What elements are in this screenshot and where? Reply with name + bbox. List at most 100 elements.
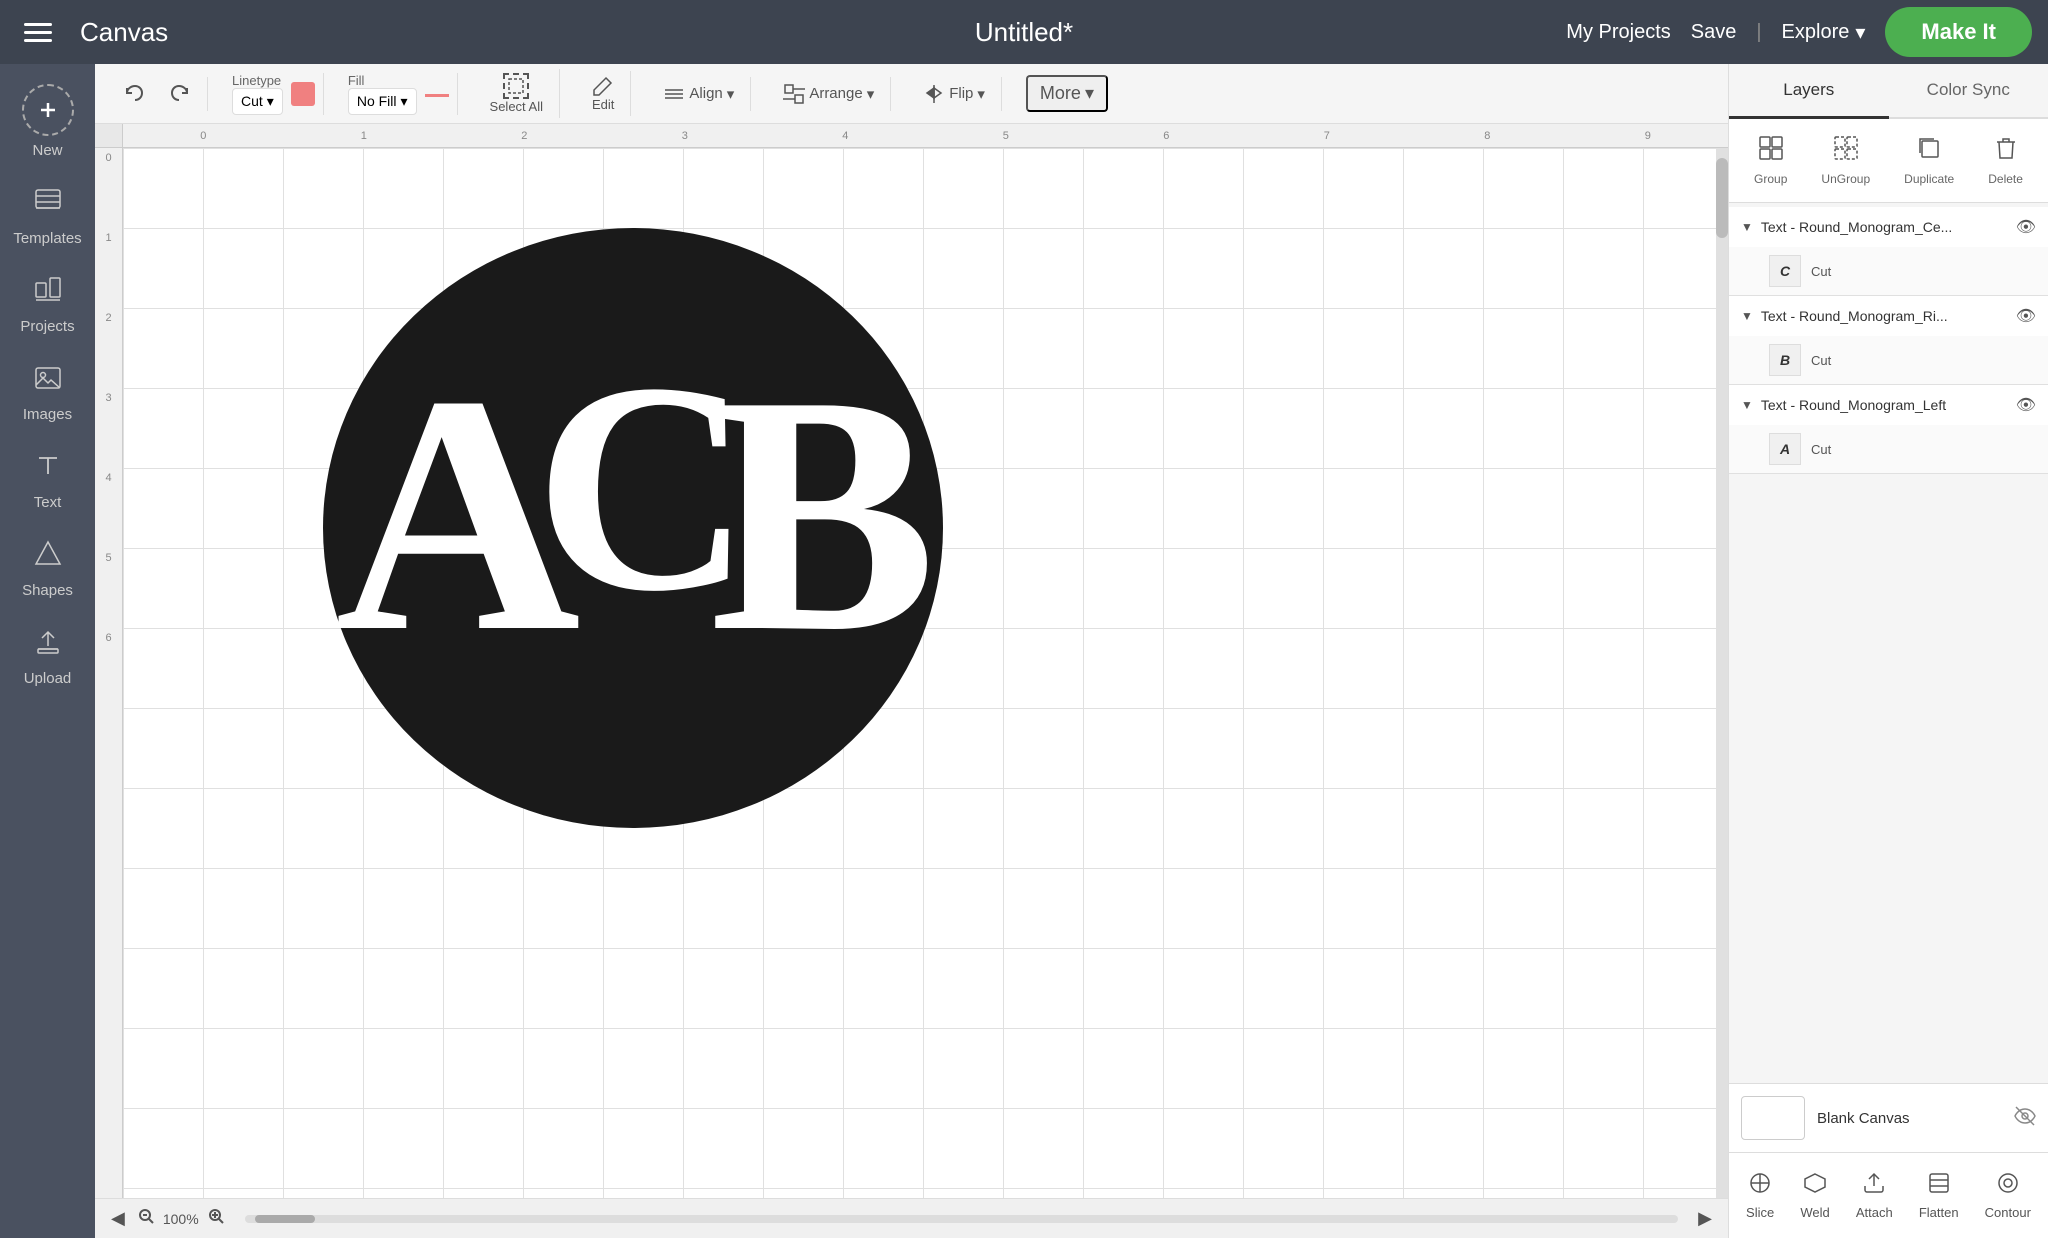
flip-label: Flip — [949, 85, 973, 102]
zoom-in-button[interactable] — [207, 1207, 225, 1230]
layer-header-2[interactable]: ▼ Text - Round_Monogram_Ri... 👁 — [1729, 296, 2048, 336]
scroll-right-button[interactable]: ▶ — [1698, 1208, 1712, 1229]
redo-button[interactable] — [161, 77, 199, 111]
layer-child-3: A Cut — [1729, 425, 2048, 473]
duplicate-icon — [1916, 135, 1942, 168]
sidebar-item-text[interactable]: Text — [4, 439, 92, 523]
make-it-button[interactable]: Make It — [1885, 7, 2032, 57]
layer-group-3: ▼ Text - Round_Monogram_Left 👁 A Cut — [1729, 385, 2048, 474]
sidebar-item-shapes[interactable]: Shapes — [4, 527, 92, 611]
layer-eye-2[interactable]: 👁 — [2016, 306, 2036, 326]
canvas-area: Linetype Cut ▾ Fill No Fill ▾ — [95, 64, 1728, 1238]
tab-layers[interactable]: Layers — [1729, 64, 1889, 119]
scroll-vertical[interactable] — [1716, 148, 1728, 1198]
layer-group-1: ▼ Text - Round_Monogram_Ce... 👁 C Cut — [1729, 207, 2048, 296]
project-title-area: Untitled* — [975, 17, 1073, 48]
more-group: More ▾ — [1018, 75, 1116, 112]
arrange-label: Arrange — [809, 85, 862, 102]
monogram-design[interactable]: A C B — [263, 208, 1023, 848]
undo-button[interactable] — [115, 77, 153, 111]
flatten-button[interactable]: Flatten — [1909, 1163, 1969, 1228]
layer-chevron-2: ▼ — [1741, 309, 1753, 323]
ungroup-label: UnGroup — [1821, 172, 1870, 186]
sidebar-text-label: Text — [34, 494, 62, 511]
more-label: More — [1040, 83, 1081, 104]
zoom-out-button[interactable] — [137, 1207, 155, 1230]
horizontal-scrollbar[interactable] — [245, 1215, 1679, 1223]
canvas-grid: A C B — [123, 148, 1728, 1198]
group-icon — [1758, 135, 1784, 168]
ruler-corner — [95, 124, 123, 147]
my-projects-link[interactable]: My Projects — [1566, 21, 1670, 44]
select-all-group: Select All — [474, 69, 560, 118]
select-all-button[interactable]: Select All — [482, 69, 551, 118]
scroll-left-button[interactable]: ◀ — [111, 1208, 125, 1229]
tab-color-sync[interactable]: Color Sync — [1889, 64, 2048, 117]
layer-name-2: Text - Round_Monogram_Ri... — [1761, 308, 2008, 324]
flatten-icon — [1927, 1171, 1951, 1201]
more-chevron: ▾ — [1085, 83, 1094, 104]
arrange-chevron: ▾ — [867, 85, 875, 103]
layer-name-3: Text - Round_Monogram_Left — [1761, 397, 2008, 413]
arrange-button[interactable]: Arrange ▾ — [775, 77, 882, 111]
hamburger-menu[interactable] — [16, 15, 60, 50]
align-button[interactable]: Align ▾ — [655, 77, 742, 111]
linetype-group: Linetype Cut ▾ — [224, 73, 324, 115]
blank-canvas-thumbnail — [1741, 1096, 1805, 1140]
attach-icon — [1862, 1171, 1886, 1201]
canvas-viewport[interactable]: A C B — [123, 148, 1728, 1198]
ungroup-icon — [1833, 135, 1859, 168]
upload-icon — [33, 627, 63, 664]
save-link[interactable]: Save — [1691, 21, 1737, 44]
slice-icon — [1748, 1171, 1772, 1201]
ungroup-button[interactable]: UnGroup — [1811, 129, 1880, 192]
linetype-select[interactable]: Cut ▾ — [232, 88, 283, 115]
chevron-down-icon: ▾ — [1855, 20, 1865, 45]
sidebar-item-upload[interactable]: Upload — [4, 615, 92, 699]
delete-icon — [1993, 135, 2019, 168]
slice-label: Slice — [1746, 1205, 1774, 1220]
sidebar-item-projects[interactable]: Projects — [4, 263, 92, 347]
layer-name-1: Text - Round_Monogram_Ce... — [1761, 219, 2008, 235]
flip-button[interactable]: Flip ▾ — [915, 77, 993, 111]
layer-header-1[interactable]: ▼ Text - Round_Monogram_Ce... 👁 — [1729, 207, 2048, 247]
select-all-label: Select All — [490, 99, 543, 114]
linetype-color-swatch[interactable] — [291, 82, 315, 106]
layer-group-2: ▼ Text - Round_Monogram_Ri... 👁 B Cut — [1729, 296, 2048, 385]
attach-button[interactable]: Attach — [1846, 1163, 1903, 1228]
images-icon — [33, 363, 63, 400]
fill-color-line — [425, 94, 449, 97]
sidebar-item-new[interactable]: New — [4, 72, 92, 171]
toolbar: Linetype Cut ▾ Fill No Fill ▾ — [95, 64, 1728, 124]
more-button[interactable]: More ▾ — [1026, 75, 1108, 112]
group-button[interactable]: Group — [1744, 129, 1797, 192]
zoom-controls: 100% — [137, 1207, 225, 1230]
duplicate-label: Duplicate — [1904, 172, 1954, 186]
canvas-bottom-bar: ◀ 100% ▶ — [95, 1198, 1728, 1238]
layer-cut-2: Cut — [1811, 353, 1831, 368]
svg-text:B: B — [710, 325, 937, 702]
slice-button[interactable]: Slice — [1736, 1163, 1784, 1228]
duplicate-button[interactable]: Duplicate — [1894, 129, 1964, 192]
delete-button[interactable]: Delete — [1978, 129, 2033, 192]
weld-button[interactable]: Weld — [1790, 1163, 1839, 1228]
edit-button[interactable]: Edit — [584, 71, 622, 116]
sidebar-item-images[interactable]: Images — [4, 351, 92, 435]
layer-eye-3[interactable]: 👁 — [2016, 395, 2036, 415]
explore-button[interactable]: Explore ▾ — [1782, 20, 1866, 45]
fill-label: Fill — [348, 73, 417, 88]
fill-select[interactable]: No Fill ▾ — [348, 88, 417, 115]
sidebar-item-templates[interactable]: Templates — [4, 175, 92, 259]
project-title[interactable]: Untitled* — [975, 17, 1073, 47]
layer-header-3[interactable]: ▼ Text - Round_Monogram_Left 👁 — [1729, 385, 2048, 425]
sidebar-images-label: Images — [23, 406, 72, 423]
weld-label: Weld — [1800, 1205, 1829, 1220]
blank-canvas-label: Blank Canvas — [1817, 1110, 2002, 1127]
layer-eye-1[interactable]: 👁 — [2016, 217, 2036, 237]
eye-slash-icon[interactable] — [2014, 1105, 2036, 1132]
layers-list: ▼ Text - Round_Monogram_Ce... 👁 C Cut ▼ … — [1729, 203, 2048, 1083]
main-layout: New Templates Pro — [0, 64, 2048, 1238]
layer-child-1: C Cut — [1729, 247, 2048, 295]
contour-button[interactable]: Contour — [1975, 1163, 2041, 1228]
layer-chevron-3: ▼ — [1741, 398, 1753, 412]
